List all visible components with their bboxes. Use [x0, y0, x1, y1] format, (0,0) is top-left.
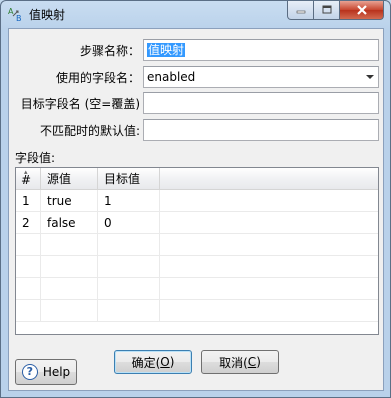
- row-number: [16, 278, 41, 300]
- cancel-button-label: 取消(: [219, 355, 248, 370]
- empty-cell: [160, 256, 378, 278]
- target-value-cell[interactable]: [98, 234, 160, 256]
- chevron-down-icon[interactable]: [366, 75, 374, 79]
- dialog-body: 步骤名称： 值映射 使用的字段名： enabled 目标字段名 (空=覆盖) 不…: [8, 28, 384, 391]
- value-mapping-table[interactable]: ▴ # 源值 目标值 1 true 1 2 false 0: [15, 167, 379, 335]
- table-row-empty[interactable]: [16, 234, 378, 256]
- help-icon: ?: [21, 364, 38, 380]
- ok-button-accelerator: O: [160, 355, 170, 369]
- row-number: 1: [16, 190, 41, 212]
- window-controls: [287, 1, 384, 20]
- target-value-cell[interactable]: [98, 278, 160, 300]
- table-row-empty[interactable]: [16, 300, 378, 322]
- minimize-button[interactable]: [287, 1, 314, 20]
- minimize-icon: [296, 10, 305, 14]
- help-button[interactable]: ? Help: [15, 359, 77, 385]
- maximize-button[interactable]: [314, 1, 340, 20]
- svg-text:A: A: [8, 7, 14, 16]
- empty-cell: [160, 300, 378, 322]
- dialog-window: A B 值映射 步骤名称： 值映射 使用的字段名： enabled 目标字段名 …: [0, 0, 391, 398]
- default-value-label: 不匹配时的默认值:: [39, 124, 140, 138]
- svg-text:B: B: [16, 14, 22, 22]
- row-number: [16, 300, 41, 322]
- field-name-dropdown[interactable]: enabled: [143, 66, 379, 88]
- source-value-cell[interactable]: true: [41, 190, 98, 212]
- source-value-cell[interactable]: false: [41, 212, 98, 234]
- step-name-label: 步骤名称：: [79, 44, 140, 58]
- field-name-label: 使用的字段名：: [55, 71, 140, 85]
- column-header-number-text: #: [21, 173, 32, 187]
- maximize-icon: [322, 5, 331, 14]
- cancel-button-accelerator: C: [247, 355, 257, 369]
- target-field-input[interactable]: [143, 92, 379, 114]
- empty-cell: [160, 234, 378, 256]
- empty-cell: [160, 278, 378, 300]
- target-value-cell[interactable]: [98, 300, 160, 322]
- source-value-cell[interactable]: [41, 256, 98, 278]
- close-icon: [356, 5, 367, 15]
- column-header-target[interactable]: 目标值: [98, 168, 160, 190]
- column-header-source[interactable]: 源值: [41, 168, 98, 190]
- column-header-number[interactable]: ▴ #: [16, 168, 41, 190]
- row-number: [16, 234, 41, 256]
- column-header-empty: [160, 168, 378, 190]
- cancel-button-suffix: ): [256, 355, 261, 369]
- table-header: ▴ # 源值 目标值: [16, 168, 378, 190]
- window-title: 值映射: [29, 8, 66, 22]
- table-row[interactable]: 1 true 1: [16, 190, 378, 212]
- source-value-cell[interactable]: [41, 278, 98, 300]
- field-name-value: enabled: [147, 70, 196, 84]
- target-field-label: 目标字段名 (空=覆盖): [20, 97, 140, 111]
- table-row-empty[interactable]: [16, 278, 378, 300]
- target-value-cell[interactable]: 1: [98, 190, 160, 212]
- ok-button[interactable]: 确定(O): [114, 350, 192, 374]
- row-number: [16, 256, 41, 278]
- source-value-cell[interactable]: [41, 234, 98, 256]
- title-bar[interactable]: A B 值映射: [1, 1, 390, 27]
- table-row[interactable]: 2 false 0: [16, 212, 378, 234]
- close-button[interactable]: [340, 1, 384, 20]
- source-value-cell[interactable]: [41, 300, 98, 322]
- ok-button-label: 确定(: [131, 355, 161, 370]
- target-value-cell[interactable]: 0: [98, 212, 160, 234]
- step-name-value: 值映射: [147, 43, 186, 57]
- default-value-input[interactable]: [143, 119, 379, 141]
- empty-cell: [160, 190, 378, 212]
- cancel-button[interactable]: 取消(C): [201, 350, 279, 374]
- table-row-empty[interactable]: [16, 256, 378, 278]
- ok-button-suffix: ): [169, 355, 175, 369]
- value-mapper-icon: A B: [8, 7, 22, 22]
- empty-cell: [160, 212, 378, 234]
- help-button-label: Help: [42, 365, 71, 379]
- target-value-cell[interactable]: [98, 256, 160, 278]
- row-number: 2: [16, 212, 41, 234]
- field-values-label: 字段值:: [15, 151, 56, 165]
- step-name-input[interactable]: 值映射: [143, 39, 379, 61]
